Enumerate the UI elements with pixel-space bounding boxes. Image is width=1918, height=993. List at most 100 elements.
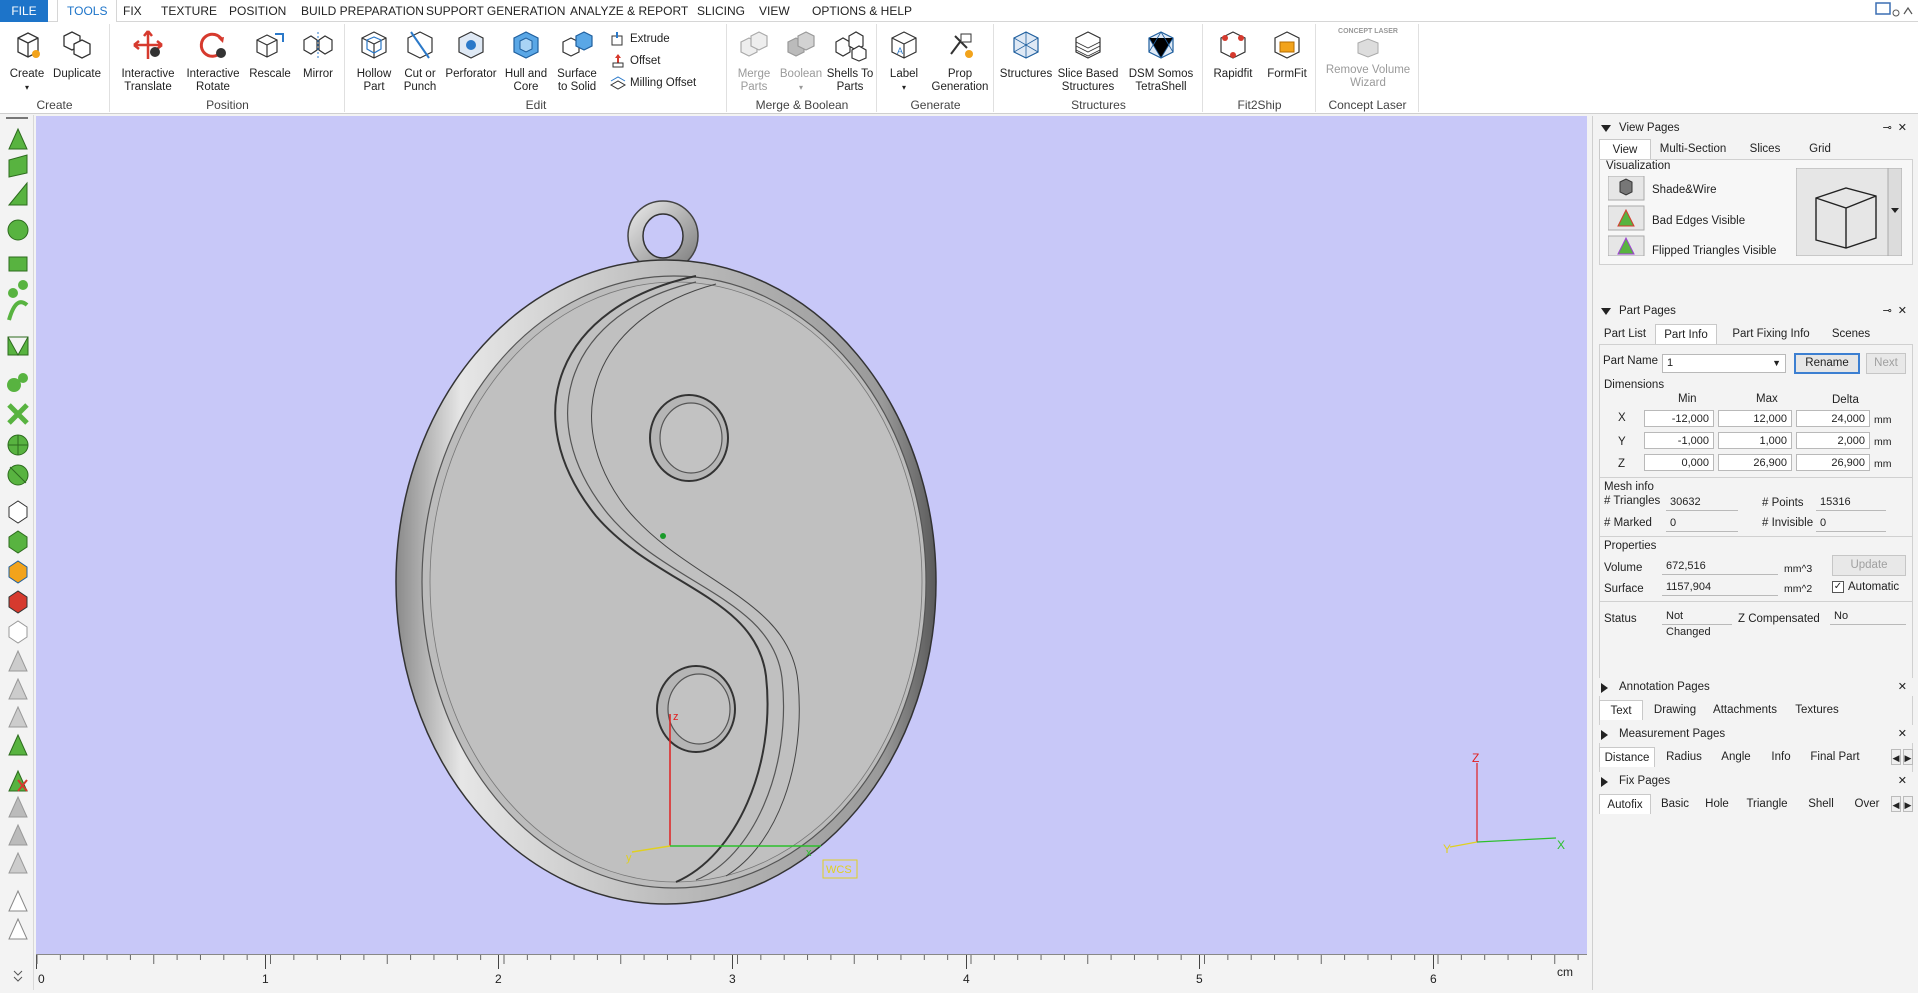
interactive-translate-button[interactable]: Interactive Translate [117,28,179,94]
prop-generation-button[interactable]: Prop Generation [930,28,990,94]
mirror-button[interactable]: Mirror [297,28,339,81]
tab-textures[interactable]: Textures [1787,700,1847,720]
dim-z-min[interactable]: 0,000 [1644,454,1714,471]
tab-view[interactable]: VIEW [750,0,799,22]
slice-based-structures-button[interactable]: Slice Based Structures [1057,28,1119,94]
tab-info[interactable]: Info [1763,747,1799,767]
interactive-rotate-button[interactable]: Interactive Rotate [183,28,243,94]
part-name-select[interactable]: 1 ▼ [1662,354,1786,373]
z-compensated-value: No [1830,608,1906,625]
view-cube-icon[interactable] [1796,168,1902,256]
tab-part-fixing-info[interactable]: Part Fixing Info [1721,324,1821,344]
merge-parts-button[interactable]: Merge Parts [732,28,776,94]
formfit-button[interactable]: FormFit [1262,28,1312,81]
tab-options-help[interactable]: OPTIONS & HELP [803,0,921,22]
surface-unit: mm^2 [1784,583,1813,595]
tab-part-list[interactable]: Part List [1599,324,1651,344]
shells-to-parts-button[interactable]: Shells To Parts [826,28,874,94]
volume-label: Volume [1604,562,1643,574]
create-cube-icon [17,32,40,58]
tab-texture[interactable]: TEXTURE [152,0,226,22]
yin-yang-pendant-model[interactable] [395,200,937,905]
dsm-somos-tetrashell-button[interactable]: DSM Somos TetraShell [1123,28,1199,94]
scroll-left-icon[interactable]: ◀ [1891,749,1901,765]
dim-x-delta[interactable]: 24,000 [1796,410,1870,427]
milling-offset-button[interactable]: Milling Offset [608,74,696,92]
visualization-mode-icons[interactable] [1608,176,1646,256]
tab-multi-section[interactable]: Multi-Section [1655,139,1731,159]
fix-pages-header[interactable]: Fix Pages ✕ [1593,772,1918,790]
dim-z-delta[interactable]: 26,900 [1796,454,1870,471]
tab-radius[interactable]: Radius [1659,747,1709,767]
bad-edges-visible-label[interactable]: Bad Edges Visible [1652,215,1745,227]
dim-z-max[interactable]: 26,900 [1718,454,1792,471]
scroll-right-icon[interactable]: ▶ [1903,796,1913,812]
tab-build-preparation[interactable]: BUILD PREPARATION [292,0,433,22]
measurement-pages-header[interactable]: Measurement Pages ✕ [1593,725,1918,743]
next-button[interactable]: Next [1866,353,1906,374]
rescale-button[interactable]: Rescale [247,28,293,81]
close-icon[interactable]: ✕ [1898,772,1913,790]
tab-slices[interactable]: Slices [1735,139,1795,159]
close-icon[interactable]: ✕ [1898,725,1913,743]
dim-x-max[interactable]: 12,000 [1718,410,1792,427]
tab-triangle[interactable]: Triangle [1739,794,1795,814]
dim-x-min[interactable]: -12,000 [1644,410,1714,427]
tab-fix[interactable]: FIX [114,0,151,22]
tab-scenes[interactable]: Scenes [1825,324,1877,344]
rapidfit-button[interactable]: Rapidfit [1208,28,1258,81]
dim-y-delta[interactable]: 2,000 [1796,432,1870,449]
structures-button[interactable]: Structures [999,28,1053,81]
tab-analyze-report[interactable]: ANALYZE & REPORT [561,0,697,22]
boolean-button[interactable]: Boolean ▾ [778,28,824,94]
tab-shell[interactable]: Shell [1799,794,1843,814]
offset-button[interactable]: Offset [608,52,660,70]
dim-y-min[interactable]: -1,000 [1644,432,1714,449]
pin-close-icons[interactable]: ⊸✕ [1883,302,1913,320]
scroll-right-icon[interactable]: ▶ [1903,749,1913,765]
tab-autofix[interactable]: Autofix [1599,794,1651,814]
scroll-left-icon[interactable]: ◀ [1891,796,1901,812]
tab-position[interactable]: POSITION [220,0,295,22]
view-pages-header[interactable]: View Pages ⊸✕ [1593,119,1918,137]
tab-final-part[interactable]: Final Part [1803,747,1867,767]
tab-drawing[interactable]: Drawing [1647,700,1703,720]
surface-to-solid-button[interactable]: Surface to Solid [554,28,600,94]
hull-and-core-button[interactable]: Hull and Core [502,28,550,94]
extrude-button[interactable]: Extrude [608,30,670,48]
tab-attachments[interactable]: Attachments [1707,700,1783,720]
tab-part-info[interactable]: Part Info [1655,324,1717,344]
close-icon[interactable]: ✕ [1898,678,1913,696]
tab-overhang[interactable]: Over [1847,794,1887,814]
duplicate-button[interactable]: Duplicate [50,28,104,81]
label-button[interactable]: A Label ▾ [882,28,926,94]
tab-hole[interactable]: Hole [1699,794,1735,814]
window-controls-icon[interactable] [1874,2,1914,18]
tab-file[interactable]: FILE [0,0,48,22]
remove-volume-wizard-button[interactable]: CONCEPT LASER Remove Volume Wizard [1321,28,1415,90]
tab-tools[interactable]: TOOLS [57,0,118,22]
marked-label: # Marked [1604,517,1652,529]
tab-grid[interactable]: Grid [1797,139,1843,159]
tab-view-page[interactable]: View [1599,139,1651,159]
tab-distance[interactable]: Distance [1599,747,1655,767]
3d-viewport[interactable]: z x y WCS Z X Y [36,116,1587,954]
hollow-part-button[interactable]: Hollow Part [352,28,396,94]
part-pages-header[interactable]: Part Pages ⊸✕ [1593,302,1918,320]
tab-text[interactable]: Text [1599,700,1643,720]
tab-support-generation[interactable]: SUPPORT GENERATION [417,0,574,22]
tab-basic[interactable]: Basic [1655,794,1695,814]
shade-wire-label[interactable]: Shade&Wire [1652,184,1717,196]
perforator-button[interactable]: Perforator [444,28,498,81]
annotation-pages-header[interactable]: Annotation Pages ✕ [1593,678,1918,696]
rename-button[interactable]: Rename [1794,353,1860,374]
create-button[interactable]: Create ▾ [6,28,48,94]
tab-angle[interactable]: Angle [1713,747,1759,767]
cut-or-punch-button[interactable]: Cut or Punch [398,28,442,94]
pin-close-icons[interactable]: ⊸✕ [1883,119,1913,137]
automatic-checkbox[interactable]: ✓ [1832,581,1844,593]
tab-slicing[interactable]: SLICING [688,0,754,22]
flipped-triangles-visible-label[interactable]: Flipped Triangles Visible [1652,245,1776,257]
update-button[interactable]: Update [1832,555,1906,576]
dim-y-max[interactable]: 1,000 [1718,432,1792,449]
